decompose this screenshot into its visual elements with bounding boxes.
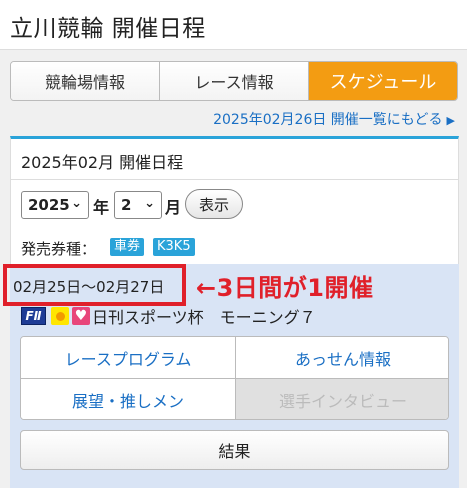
year-select-value: 2025 xyxy=(28,196,70,214)
title-bar: 立川競輪 開催日程 xyxy=(0,0,467,50)
year-unit: 年 xyxy=(93,198,110,217)
race-links-grid: レースプログラム あっせん情報 展望・推しメン 選手インタビュー xyxy=(20,336,449,420)
heart-icon: ♥ xyxy=(72,307,90,325)
chevron-down-icon: ⌄ xyxy=(71,196,82,211)
back-to-list-link[interactable]: 2025年02月26日 開催一覧にもどる ▶ xyxy=(213,109,455,129)
tab-schedule[interactable]: スケジュール xyxy=(309,62,457,100)
race-name: 日刊スポーツ杯 モーニング７ xyxy=(92,308,316,327)
divider xyxy=(11,179,458,180)
outlook-button[interactable]: 展望・推しメン xyxy=(21,379,235,419)
tab-bar: 競輪場情報 レース情報 スケジュール xyxy=(10,61,458,101)
result-button[interactable]: 結果 xyxy=(20,430,449,470)
grade-badge: FⅡ xyxy=(21,307,46,325)
assignment-info-button[interactable]: あっせん情報 xyxy=(236,337,448,379)
ticket-badge-k3k5: K3K5 xyxy=(153,238,195,256)
month-unit: 月 xyxy=(165,198,182,217)
tab-race-info[interactable]: レース情報 xyxy=(160,62,309,100)
month-select[interactable]: 2 ⌄ xyxy=(114,191,162,219)
rider-interview-button: 選手インタビュー xyxy=(236,379,448,419)
year-select[interactable]: 2025 ⌄ xyxy=(21,191,89,219)
triangle-right-icon: ▶ xyxy=(446,114,455,127)
schedule-title: 2025年02月 開催日程 xyxy=(21,153,184,172)
ticket-badge-shaken: 車券 xyxy=(110,238,145,256)
tab-venue-info[interactable]: 競輪場情報 xyxy=(11,62,160,100)
chevron-down-icon: ⌄ xyxy=(144,196,155,211)
page-title: 立川競輪 開催日程 xyxy=(10,16,206,42)
show-button[interactable]: 表示 xyxy=(185,189,243,219)
month-select-value: 2 xyxy=(121,196,132,214)
annotation-text: ←3日間が1開催 xyxy=(196,274,374,302)
morning-sun-icon xyxy=(51,307,69,325)
schedule-panel: 2025年02月 開催日程 2025 ⌄ 年 2 ⌄ 月 表示 発売券種： 車券… xyxy=(10,136,459,264)
divider xyxy=(21,378,448,379)
race-program-button[interactable]: レースプログラム xyxy=(21,337,235,379)
ticket-type-label: 発売券種： xyxy=(21,240,97,258)
back-link-label: 2025年02月26日 開催一覧にもどる xyxy=(213,112,443,128)
highlight-box xyxy=(3,264,186,306)
